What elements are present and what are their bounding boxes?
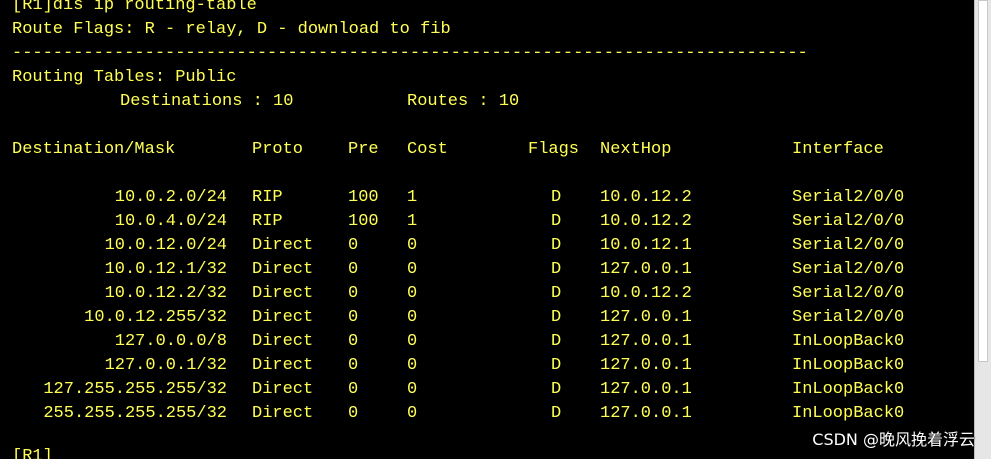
cell-pre: 0 bbox=[348, 380, 359, 399]
cell-destination: 127.0.0.1/32 bbox=[104, 356, 227, 375]
cell-proto: Direct bbox=[252, 308, 314, 327]
cell-proto: Direct bbox=[252, 260, 314, 279]
route-flags-line: Route Flags: R - relay, D - download to … bbox=[12, 20, 451, 39]
cell-nexthop: 127.0.0.1 bbox=[600, 260, 692, 279]
cell-proto: Direct bbox=[252, 380, 314, 399]
cell-nexthop: 127.0.0.1 bbox=[600, 380, 692, 399]
cell-cost: 0 bbox=[407, 260, 418, 279]
header-nexthop: NextHop bbox=[600, 140, 672, 159]
cell-pre: 0 bbox=[348, 404, 359, 423]
cell-flags: D bbox=[551, 284, 562, 303]
cell-interface: Serial2/0/0 bbox=[792, 284, 905, 303]
cell-cost: 0 bbox=[407, 308, 418, 327]
terminal-window[interactable]: [R1]dis ip routing-table Route Flags: R … bbox=[0, 0, 974, 459]
routing-tables-title: Routing Tables: Public bbox=[12, 68, 237, 87]
cell-proto: Direct bbox=[252, 332, 314, 351]
cell-cost: 0 bbox=[407, 404, 418, 423]
cell-nexthop: 10.0.12.2 bbox=[600, 212, 692, 231]
cell-proto: Direct bbox=[252, 236, 314, 255]
cell-flags: D bbox=[551, 308, 562, 327]
cell-cost: 1 bbox=[407, 188, 418, 207]
cell-flags: D bbox=[551, 236, 562, 255]
cell-interface: InLoopBack0 bbox=[792, 380, 905, 399]
cell-pre: 0 bbox=[348, 356, 359, 375]
cell-interface: Serial2/0/0 bbox=[792, 260, 905, 279]
cell-destination: 10.0.2.0/24 bbox=[114, 188, 227, 207]
cell-nexthop: 10.0.12.2 bbox=[600, 188, 692, 207]
cell-proto: Direct bbox=[252, 404, 314, 423]
cell-cost: 1 bbox=[407, 212, 418, 231]
cell-proto: Direct bbox=[252, 284, 314, 303]
cell-destination: 10.0.12.2/32 bbox=[104, 284, 227, 303]
destinations-count: Destinations : 10 bbox=[120, 92, 294, 111]
cell-proto: RIP bbox=[252, 212, 283, 231]
cell-nexthop: 127.0.0.1 bbox=[600, 308, 692, 327]
cell-pre: 0 bbox=[348, 308, 359, 327]
cli-prompt[interactable]: [R1] bbox=[12, 447, 53, 459]
cell-flags: D bbox=[551, 212, 562, 231]
cell-interface: InLoopBack0 bbox=[792, 356, 905, 375]
cell-interface: InLoopBack0 bbox=[792, 404, 905, 423]
header-flags: Flags bbox=[528, 140, 580, 159]
cell-flags: D bbox=[551, 260, 562, 279]
cell-nexthop: 127.0.0.1 bbox=[600, 356, 692, 375]
cell-interface: Serial2/0/0 bbox=[792, 212, 905, 231]
vertical-scrollbar[interactable] bbox=[974, 0, 991, 459]
cell-proto: RIP bbox=[252, 188, 283, 207]
cell-destination: 10.0.12.1/32 bbox=[104, 260, 227, 279]
cell-pre: 0 bbox=[348, 236, 359, 255]
cell-proto: Direct bbox=[252, 356, 314, 375]
cell-pre: 100 bbox=[348, 188, 379, 207]
header-interface: Interface bbox=[792, 140, 884, 159]
cell-destination: 127.255.255.255/32 bbox=[43, 380, 227, 399]
cell-pre: 0 bbox=[348, 284, 359, 303]
cell-pre: 0 bbox=[348, 260, 359, 279]
cell-pre: 100 bbox=[348, 212, 379, 231]
header-pre: Pre bbox=[348, 140, 379, 159]
cell-destination: 255.255.255.255/32 bbox=[43, 404, 227, 423]
cell-cost: 0 bbox=[407, 236, 418, 255]
cell-flags: D bbox=[551, 356, 562, 375]
cell-flags: D bbox=[551, 188, 562, 207]
separator-line: ----------------------------------------… bbox=[12, 44, 808, 63]
scrollbar-thumb[interactable] bbox=[978, 0, 988, 362]
cell-interface: InLoopBack0 bbox=[792, 332, 905, 351]
header-cost: Cost bbox=[407, 140, 448, 159]
routes-count: Routes : 10 bbox=[407, 92, 520, 111]
cell-cost: 0 bbox=[407, 356, 418, 375]
cell-destination: 10.0.12.0/24 bbox=[104, 236, 227, 255]
cell-cost: 0 bbox=[407, 380, 418, 399]
header-destination-mask: Destination/Mask bbox=[12, 140, 176, 159]
cell-destination: 127.0.0.0/8 bbox=[114, 332, 227, 351]
cell-nexthop: 127.0.0.1 bbox=[600, 332, 692, 351]
header-proto: Proto bbox=[252, 140, 304, 159]
cell-nexthop: 10.0.12.1 bbox=[600, 236, 692, 255]
cell-flags: D bbox=[551, 404, 562, 423]
cell-flags: D bbox=[551, 380, 562, 399]
command-line: [R1]dis ip routing-table bbox=[12, 0, 257, 15]
watermark: CSDN @晚风挽着浮云 bbox=[812, 430, 975, 449]
cell-cost: 0 bbox=[407, 284, 418, 303]
cell-destination: 10.0.12.255/32 bbox=[84, 308, 227, 327]
cell-pre: 0 bbox=[348, 332, 359, 351]
cell-interface: Serial2/0/0 bbox=[792, 188, 905, 207]
cell-flags: D bbox=[551, 332, 562, 351]
cell-nexthop: 127.0.0.1 bbox=[600, 404, 692, 423]
cell-cost: 0 bbox=[407, 332, 418, 351]
cell-interface: Serial2/0/0 bbox=[792, 236, 905, 255]
cell-destination: 10.0.4.0/24 bbox=[114, 212, 227, 231]
cell-nexthop: 10.0.12.2 bbox=[600, 284, 692, 303]
cell-interface: Serial2/0/0 bbox=[792, 308, 905, 327]
